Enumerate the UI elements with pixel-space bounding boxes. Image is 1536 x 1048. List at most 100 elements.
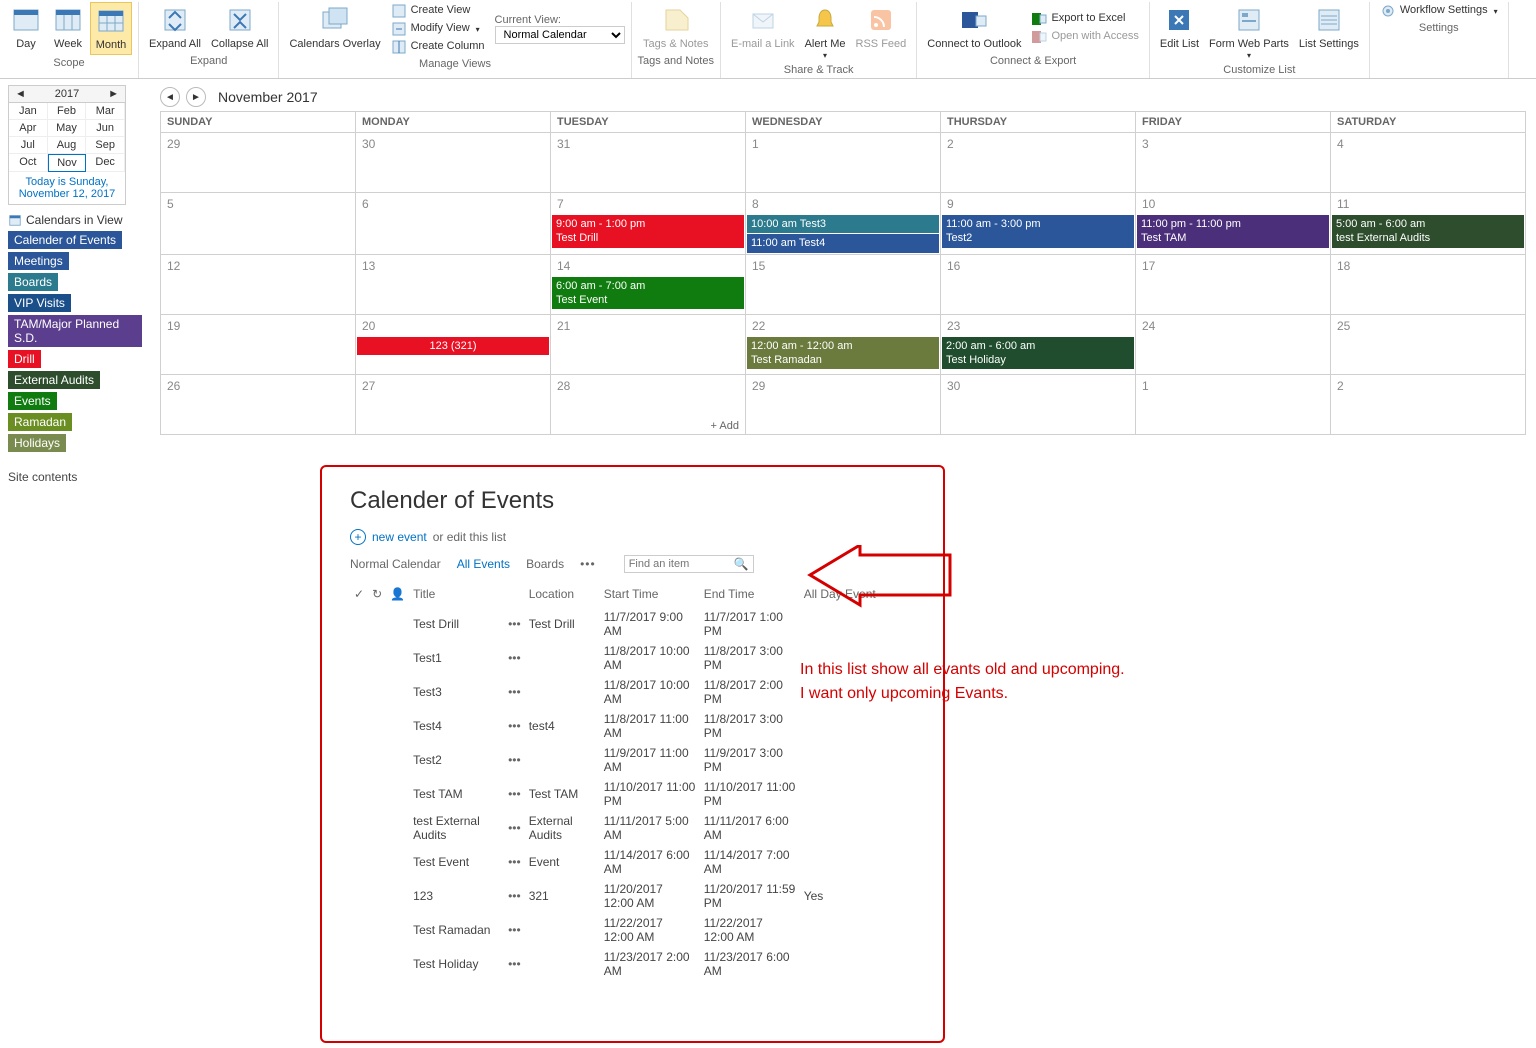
rss-feed-button[interactable]: RSS Feed [852, 2, 911, 62]
row-menu[interactable]: ••• [504, 947, 525, 981]
modify-view-button[interactable]: Modify View▾ [387, 20, 489, 38]
calendar-event[interactable]: 9:00 am - 1:00 pmTest Drill [552, 215, 744, 248]
calendar-item[interactable]: TAM/Major Planned S.D. [8, 315, 142, 347]
calendar-cell[interactable]: 30 [941, 374, 1136, 434]
month-button[interactable]: Month [90, 2, 132, 55]
calendars-overlay-button[interactable]: Calendars Overlay [285, 2, 384, 56]
row-menu[interactable]: ••• [504, 641, 525, 675]
calendar-cell[interactable]: 115:00 am - 6:00 amtest External Audits [1331, 193, 1526, 255]
calendar-item[interactable]: External Audits [8, 371, 100, 389]
calendar-cell[interactable]: 31 [551, 133, 746, 193]
views-more[interactable]: ••• [580, 557, 596, 571]
cal-prev[interactable]: ◄ [160, 87, 180, 107]
table-row[interactable]: test External Audits•••External Audits11… [350, 811, 915, 845]
calendar-cell[interactable]: 2 [1331, 374, 1526, 434]
calendar-event[interactable]: 11:00 pm - 11:00 pmTest TAM [1137, 215, 1329, 248]
dp-month-oct[interactable]: Oct [9, 154, 48, 172]
calendar-cell[interactable]: 1 [746, 133, 941, 193]
share-icon[interactable]: 👤 [390, 587, 405, 601]
calendar-cell[interactable]: 20123 (321) [356, 314, 551, 374]
collapse-all-button[interactable]: Collapse All [207, 2, 272, 53]
table-row[interactable]: Test Ramadan•••11/22/2017 12:00 AM11/22/… [350, 913, 915, 947]
calendar-cell[interactable]: 810:00 am Test311:00 am Test4 [746, 193, 941, 255]
calendar-cell[interactable]: 29 [161, 133, 356, 193]
calendar-cell[interactable]: 26 [161, 374, 356, 434]
calendar-cell[interactable]: 5 [161, 193, 356, 255]
list-settings-button[interactable]: List Settings [1295, 2, 1363, 62]
row-menu[interactable]: ••• [504, 743, 525, 777]
calendar-item[interactable]: Meetings [8, 252, 69, 270]
create-view-button[interactable]: Create View [387, 2, 489, 20]
dp-month-aug[interactable]: Aug [48, 137, 87, 154]
calendar-cell[interactable]: 6 [356, 193, 551, 255]
calendar-cell[interactable]: 28Add [551, 374, 746, 434]
calendar-event[interactable]: 12:00 am - 12:00 amTest Ramadan [747, 337, 939, 370]
calendar-item[interactable]: Ramadan [8, 413, 72, 431]
dp-month-feb[interactable]: Feb [48, 103, 87, 120]
dp-month-sep[interactable]: Sep [86, 137, 125, 154]
calendar-event[interactable]: 11:00 am Test4 [747, 234, 939, 252]
calendar-cell[interactable]: 16 [941, 254, 1136, 314]
calendar-cell[interactable]: 3 [1136, 133, 1331, 193]
calendar-cell[interactable]: 24 [1136, 314, 1331, 374]
current-view-select[interactable]: Normal Calendar [495, 26, 625, 44]
export-excel-button[interactable]: Export to Excel [1027, 10, 1142, 28]
calendar-cell[interactable]: 79:00 am - 1:00 pmTest Drill [551, 193, 746, 255]
dp-month-jan[interactable]: Jan [9, 103, 48, 120]
calendar-cell[interactable]: 2212:00 am - 12:00 amTest Ramadan [746, 314, 941, 374]
alert-me-button[interactable]: Alert Me▾ [801, 2, 850, 62]
calendar-cell[interactable]: 911:00 am - 3:00 pmTest2 [941, 193, 1136, 255]
form-web-parts-button[interactable]: Form Web Parts▾ [1205, 2, 1293, 62]
view-all-events[interactable]: All Events [457, 557, 510, 571]
calendar-event[interactable]: 5:00 am - 6:00 amtest External Audits [1332, 215, 1524, 248]
calendar-cell[interactable]: 1011:00 pm - 11:00 pmTest TAM [1136, 193, 1331, 255]
plus-icon[interactable]: + [350, 529, 366, 545]
check-icon[interactable]: ✓ [354, 587, 364, 601]
calendar-item[interactable]: VIP Visits [8, 294, 71, 312]
row-menu[interactable]: ••• [504, 777, 525, 811]
calendar-cell[interactable]: 19 [161, 314, 356, 374]
workflow-settings-button[interactable]: Workflow Settings▾ [1376, 2, 1502, 20]
dp-today[interactable]: Today is Sunday, November 12, 2017 [9, 172, 125, 204]
dp-month-nov[interactable]: Nov [48, 154, 87, 172]
view-normal[interactable]: Normal Calendar [350, 557, 441, 571]
table-row[interactable]: Test Event•••Event11/14/2017 6:00 AM11/1… [350, 845, 915, 879]
tags-notes-button[interactable]: Tags & Notes [639, 2, 712, 53]
row-menu[interactable]: ••• [504, 811, 525, 845]
calendar-cell[interactable]: 2 [941, 133, 1136, 193]
calendar-event[interactable]: 2:00 am - 6:00 amTest Holiday [942, 337, 1134, 370]
create-column-button[interactable]: Create Column [387, 38, 489, 56]
calendar-cell[interactable]: 27 [356, 374, 551, 434]
calendar-cell[interactable]: 4 [1331, 133, 1526, 193]
dp-month-may[interactable]: May [48, 120, 87, 137]
row-menu[interactable]: ••• [504, 879, 525, 913]
dp-month-mar[interactable]: Mar [86, 103, 125, 120]
table-row[interactable]: Test2•••11/9/2017 11:00 AM11/9/2017 3:00… [350, 743, 915, 777]
calendar-cell[interactable]: 30 [356, 133, 551, 193]
calendar-item[interactable]: Events [8, 392, 57, 410]
calendar-cell[interactable]: 18 [1331, 254, 1526, 314]
search-icon[interactable]: 🔍 [734, 557, 749, 571]
calendar-cell[interactable]: 12 [161, 254, 356, 314]
calendar-cell[interactable]: 17 [1136, 254, 1331, 314]
view-boards[interactable]: Boards [526, 557, 564, 571]
calendar-cell[interactable]: 15 [746, 254, 941, 314]
calendar-event[interactable]: 123 (321) [357, 337, 549, 355]
row-menu[interactable]: ••• [504, 675, 525, 709]
edit-list-button[interactable]: Edit List [1156, 2, 1203, 62]
calendar-cell[interactable]: 232:00 am - 6:00 amTest Holiday [941, 314, 1136, 374]
row-menu[interactable]: ••• [504, 607, 525, 641]
table-row[interactable]: Test4•••test411/8/2017 11:00 AM11/8/2017… [350, 709, 915, 743]
site-contents-link[interactable]: Site contents [8, 470, 142, 484]
row-menu[interactable]: ••• [504, 845, 525, 879]
dp-month-jun[interactable]: Jun [86, 120, 125, 137]
dp-month-jul[interactable]: Jul [9, 137, 48, 154]
calendar-cell[interactable]: 13 [356, 254, 551, 314]
table-row[interactable]: Test Holiday•••11/23/2017 2:00 AM11/23/2… [350, 947, 915, 981]
day-button[interactable]: Day [6, 2, 46, 55]
dp-month-dec[interactable]: Dec [86, 154, 125, 172]
new-event-link[interactable]: new event [372, 530, 427, 544]
expand-all-button[interactable]: Expand All [145, 2, 205, 53]
calendar-item[interactable]: Calender of Events [8, 231, 122, 249]
add-event-link[interactable]: Add [711, 420, 739, 432]
